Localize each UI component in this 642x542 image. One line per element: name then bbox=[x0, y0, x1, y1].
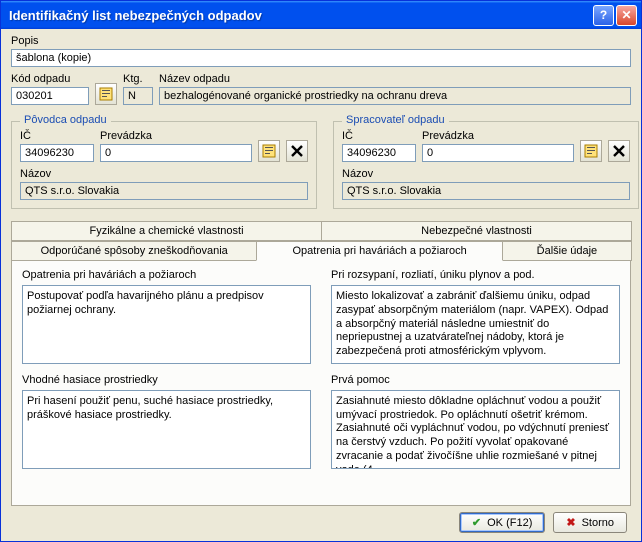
right2-label: Prvá pomoc bbox=[331, 374, 620, 386]
tab-nebezpecne[interactable]: Nebezpečné vlastnosti bbox=[321, 221, 632, 241]
left2-label: Vhodné hasiace prostriedky bbox=[22, 374, 311, 386]
left1-textarea[interactable] bbox=[22, 285, 311, 364]
kod-label: Kód odpadu bbox=[11, 73, 89, 85]
povodca-nazov-input bbox=[20, 182, 308, 200]
right1-label: Pri rozsypaní, rozliatí, úniku plynov a … bbox=[331, 269, 620, 281]
povodca-nazov-label: Názov bbox=[20, 168, 308, 180]
kod-lookup-button[interactable] bbox=[95, 83, 117, 105]
x-icon bbox=[291, 145, 303, 157]
spracovatel-prev-input[interactable] bbox=[422, 144, 574, 162]
povodca-ic-label: IČ bbox=[20, 130, 94, 142]
popis-input[interactable] bbox=[11, 49, 631, 67]
spracovatel-nazov-label: Názov bbox=[342, 168, 630, 180]
close-button[interactable]: ✕ bbox=[616, 5, 637, 26]
spracovatel-legend: Spracovateľ odpadu bbox=[342, 114, 449, 126]
ktg-label: Ktg. bbox=[123, 73, 153, 85]
povodca-group: Pôvodca odpadu IČ Prevádzka bbox=[11, 121, 317, 209]
titlebar: Identifikačný list nebezpečných odpadov … bbox=[1, 1, 641, 29]
tab-panel-opatrenia: Opatrenia pri haváriách a požiaroch Vhod… bbox=[12, 261, 630, 505]
help-button[interactable]: ? bbox=[593, 5, 614, 26]
tab-container: Fyzikálne a chemické vlastnosti Nebezpeč… bbox=[11, 221, 631, 506]
left1-label: Opatrenia pri haváriách a požiaroch bbox=[22, 269, 311, 281]
lookup-icon bbox=[262, 144, 276, 158]
povodca-prev-input[interactable] bbox=[100, 144, 252, 162]
ktg-input bbox=[123, 87, 153, 105]
lookup-icon bbox=[99, 87, 113, 101]
popis-label: Popis bbox=[11, 35, 631, 47]
tab-odporucane[interactable]: Odporúčané spôsoby zneškodňovania bbox=[11, 241, 257, 261]
spracovatel-prev-label: Prevádzka bbox=[422, 130, 574, 142]
povodca-legend: Pôvodca odpadu bbox=[20, 114, 111, 126]
tab-opatrenia[interactable]: Opatrenia pri haváriách a požiaroch bbox=[256, 241, 502, 261]
spracovatel-lookup-button[interactable] bbox=[580, 140, 602, 162]
check-icon: ✔ bbox=[472, 516, 481, 529]
tab-fyzikalne[interactable]: Fyzikálne a chemické vlastnosti bbox=[11, 221, 322, 241]
spracovatel-ic-label: IČ bbox=[342, 130, 416, 142]
ok-button[interactable]: ✔ OK (F12) bbox=[459, 512, 545, 533]
tab-row-1: Fyzikálne a chemické vlastnosti Nebezpeč… bbox=[11, 221, 631, 241]
lookup-icon bbox=[584, 144, 598, 158]
dialog-body: Popis Kód odpadu Ktg. Název odpadu Pôvod bbox=[1, 29, 641, 541]
nazev-input bbox=[159, 87, 631, 105]
storno-label: Storno bbox=[582, 517, 614, 529]
povodca-ic-input[interactable] bbox=[20, 144, 94, 162]
dialog-window: Identifikačný list nebezpečných odpadov … bbox=[0, 0, 642, 542]
kod-input[interactable] bbox=[11, 87, 89, 105]
titlebar-buttons: ? ✕ bbox=[593, 5, 637, 26]
right1-textarea[interactable] bbox=[331, 285, 620, 364]
spracovatel-group: Spracovateľ odpadu IČ Prevádzka bbox=[333, 121, 639, 209]
cancel-icon: ✖ bbox=[566, 516, 575, 529]
tab-dalsie[interactable]: Ďalšie údaje bbox=[502, 241, 632, 261]
left2-textarea[interactable] bbox=[22, 390, 311, 469]
ok-label: OK (F12) bbox=[487, 517, 532, 529]
povodca-prev-label: Prevádzka bbox=[100, 130, 252, 142]
storno-button[interactable]: ✖ Storno bbox=[553, 512, 627, 533]
nazev-label: Název odpadu bbox=[159, 73, 631, 85]
right2-textarea[interactable] bbox=[331, 390, 620, 469]
spracovatel-nazov-input bbox=[342, 182, 630, 200]
tab-row-2: Odporúčané spôsoby zneškodňovania Opatre… bbox=[11, 241, 631, 261]
povodca-clear-button[interactable] bbox=[286, 140, 308, 162]
spracovatel-ic-input[interactable] bbox=[342, 144, 416, 162]
window-title: Identifikačný list nebezpečných odpadov bbox=[9, 8, 593, 23]
povodca-lookup-button[interactable] bbox=[258, 140, 280, 162]
button-bar: ✔ OK (F12) ✖ Storno bbox=[11, 506, 631, 535]
spracovatel-clear-button[interactable] bbox=[608, 140, 630, 162]
x-icon bbox=[613, 145, 625, 157]
